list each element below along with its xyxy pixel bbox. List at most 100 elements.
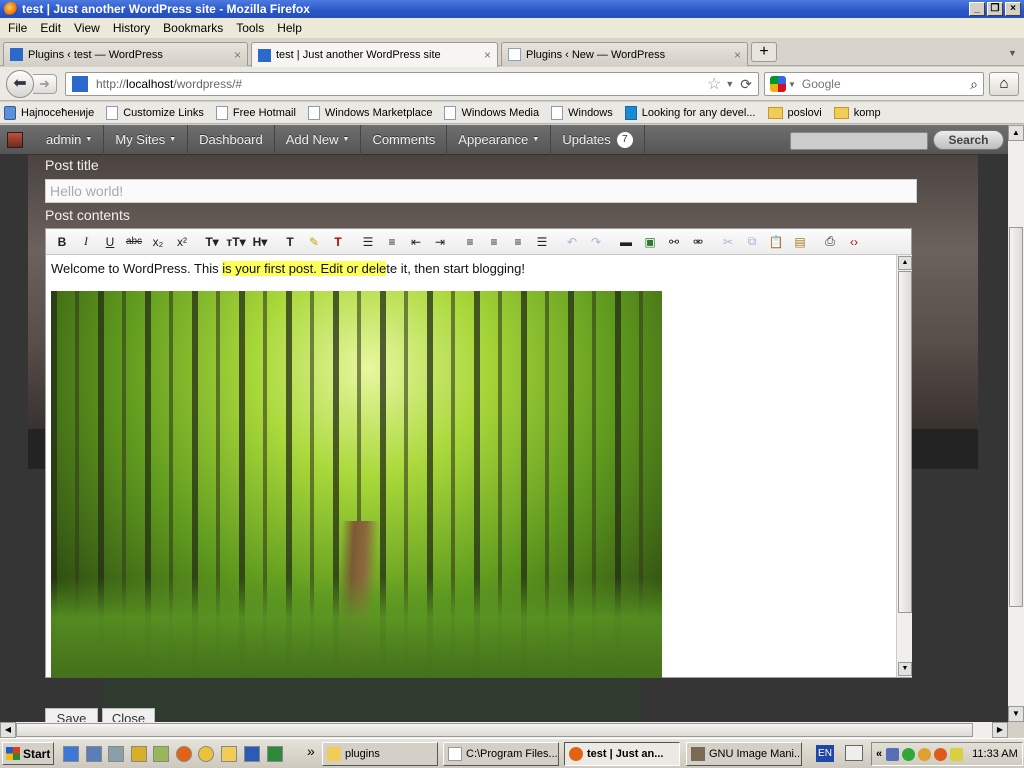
forward-button[interactable]: ➜ [33, 74, 57, 94]
paste-text-icon[interactable]: ▤ [788, 232, 812, 252]
align-left-icon[interactable]: ≡ [458, 232, 482, 252]
reload-icon[interactable]: ⟳ [740, 76, 752, 93]
volume-icon[interactable] [950, 747, 964, 761]
admin-bar-search-input[interactable] [790, 132, 928, 150]
close-window-button[interactable]: × [1005, 2, 1021, 16]
bookmark-free-hotmail[interactable]: Free Hotmail [215, 105, 296, 120]
new-tab-button[interactable]: + [751, 42, 777, 62]
page-vertical-scrollbar[interactable]: ▲ ▼ [1008, 125, 1024, 722]
strikethrough-button[interactable]: abc [122, 232, 146, 252]
forest-path-image[interactable] [51, 291, 662, 678]
admin-bar-dashboard[interactable]: Dashboard [188, 125, 275, 155]
bookmark-windows-media[interactable]: Windows Media [444, 105, 539, 120]
maximize-button[interactable]: ❐ [987, 2, 1003, 16]
numbered-list-icon[interactable]: ≡ [380, 232, 404, 252]
google-engine-icon[interactable] [770, 76, 786, 92]
chrome-icon[interactable] [198, 746, 214, 762]
scroll-left-icon[interactable]: ◀ [0, 722, 16, 738]
insert-image-icon[interactable]: ▣ [638, 232, 662, 252]
scroll-up-icon[interactable]: ▲ [1008, 125, 1024, 141]
admin-bar-add-new[interactable]: Add New ▼ [275, 125, 362, 155]
copy-icon[interactable]: ⧉ [740, 232, 764, 252]
bookmark-star-icon[interactable]: ☆ [707, 74, 721, 94]
home-button[interactable]: ⌂ [989, 72, 1019, 96]
close-button[interactable]: Close [102, 708, 155, 723]
bookmark-windows-marketplace[interactable]: Windows Marketplace [307, 105, 432, 120]
scroll-up-icon[interactable]: ▲ [898, 256, 912, 270]
url-history-dropdown-icon[interactable]: ▼ [725, 79, 734, 89]
undo-icon[interactable]: ↶ [560, 232, 584, 252]
horizontal-rule-icon[interactable]: ▬ [614, 232, 638, 252]
menu-view[interactable]: View [74, 21, 100, 35]
security-check-icon[interactable] [902, 747, 916, 761]
page-scrollbar-thumb[interactable] [1009, 227, 1023, 607]
network-icon[interactable] [886, 747, 900, 761]
back-button[interactable]: ⬅ [6, 70, 34, 98]
superscript-button[interactable]: x² [170, 232, 194, 252]
keyboard-icon[interactable] [845, 745, 863, 761]
start-button[interactable]: Start [2, 742, 54, 765]
bookmark-folder-komp[interactable]: komp [833, 106, 881, 119]
tray-expand-icon[interactable]: « [876, 748, 882, 760]
unlink-icon[interactable]: ⚮ [686, 232, 710, 252]
editor-content-text[interactable]: Welcome to WordPress. This is your first… [51, 261, 525, 276]
rich-text-editor[interactable]: B I U abc x₂ x² T▾ ᴛT▾ H▾ T ✎ T ☰ ≡ ⇤ ⇥ … [45, 228, 912, 678]
scroll-down-icon[interactable]: ▼ [1008, 706, 1024, 722]
language-indicator[interactable]: EN [816, 745, 834, 762]
bullet-list-icon[interactable]: ☰ [356, 232, 380, 252]
clock[interactable]: 11:33 AM [972, 748, 1018, 760]
menu-edit[interactable]: Edit [40, 21, 61, 35]
task-plugins-folder[interactable]: plugins [322, 742, 438, 766]
tray-app-icon[interactable] [934, 747, 948, 761]
minimize-button[interactable]: _ [969, 2, 985, 16]
tab-close-icon[interactable]: × [234, 48, 241, 62]
admin-bar-updates[interactable]: Updates 7 [551, 125, 645, 155]
menu-bookmarks[interactable]: Bookmarks [163, 21, 223, 35]
subscript-button[interactable]: x₂ [146, 232, 170, 252]
bold-button[interactable]: B [50, 232, 74, 252]
menu-tools[interactable]: Tools [236, 21, 264, 35]
editor-scrollbar-thumb[interactable] [898, 271, 912, 613]
excel-icon[interactable] [267, 746, 283, 762]
search-icon[interactable]: ⌕ [970, 76, 978, 93]
page-horizontal-scrollbar[interactable]: ◀ ▶ [0, 722, 1008, 738]
task-gimp[interactable]: GNU Image Mani... [686, 742, 802, 766]
avatar[interactable] [7, 131, 23, 148]
cut-icon[interactable]: ✂ [716, 232, 740, 252]
tab-close-icon[interactable]: × [484, 48, 491, 62]
italic-button[interactable]: I [74, 232, 98, 252]
admin-bar-appearance[interactable]: Appearance ▼ [447, 125, 552, 155]
bookmark-looking-for-devel[interactable]: Looking for any devel... [624, 105, 756, 120]
font-family-icon[interactable]: T▾ [200, 232, 224, 252]
update-icon[interactable] [918, 747, 932, 761]
bookmark-windows[interactable]: Windows [551, 105, 613, 120]
underline-button[interactable]: U [98, 232, 122, 252]
remove-format-icon[interactable]: T [326, 232, 350, 252]
align-right-icon[interactable]: ≡ [506, 232, 530, 252]
outdent-icon[interactable]: ⇤ [404, 232, 428, 252]
bookmark-folder-poslovi[interactable]: poslovi [767, 106, 822, 119]
search-engine-dropdown-icon[interactable]: ▼ [788, 80, 796, 89]
align-center-icon[interactable]: ≡ [482, 232, 506, 252]
search-bar[interactable]: ▼ ⌕ [764, 72, 984, 96]
highlight-color-icon[interactable]: ✎ [302, 232, 326, 252]
menu-file[interactable]: File [8, 21, 27, 35]
url-text[interactable]: http://localhost/wordpress/# [96, 77, 707, 91]
task-firefox[interactable]: test | Just an... [564, 742, 680, 766]
heading-icon[interactable]: H▾ [248, 232, 272, 252]
paste-icon[interactable]: 📋 [764, 232, 788, 252]
folder-icon[interactable] [221, 746, 237, 762]
task-program-files[interactable]: C:\Program Files... [443, 742, 559, 766]
archive-icon[interactable] [108, 746, 124, 762]
scroll-down-icon[interactable]: ▼ [898, 662, 912, 676]
menu-help[interactable]: Help [277, 21, 302, 35]
align-justify-icon[interactable]: ☰ [530, 232, 554, 252]
redo-icon[interactable]: ↷ [584, 232, 608, 252]
admin-bar-comments[interactable]: Comments [361, 125, 448, 155]
post-title-input[interactable]: Hello world! [45, 179, 917, 203]
tab-plugins-new[interactable]: Plugins ‹ New — WordPress × [501, 42, 748, 66]
menu-history[interactable]: History [113, 21, 150, 35]
quick-launch-more-icon[interactable]: » [307, 743, 315, 759]
print-icon[interactable]: ⎙ [818, 232, 842, 252]
tab-plugins-test[interactable]: Plugins ‹ test — WordPress × [3, 42, 248, 66]
